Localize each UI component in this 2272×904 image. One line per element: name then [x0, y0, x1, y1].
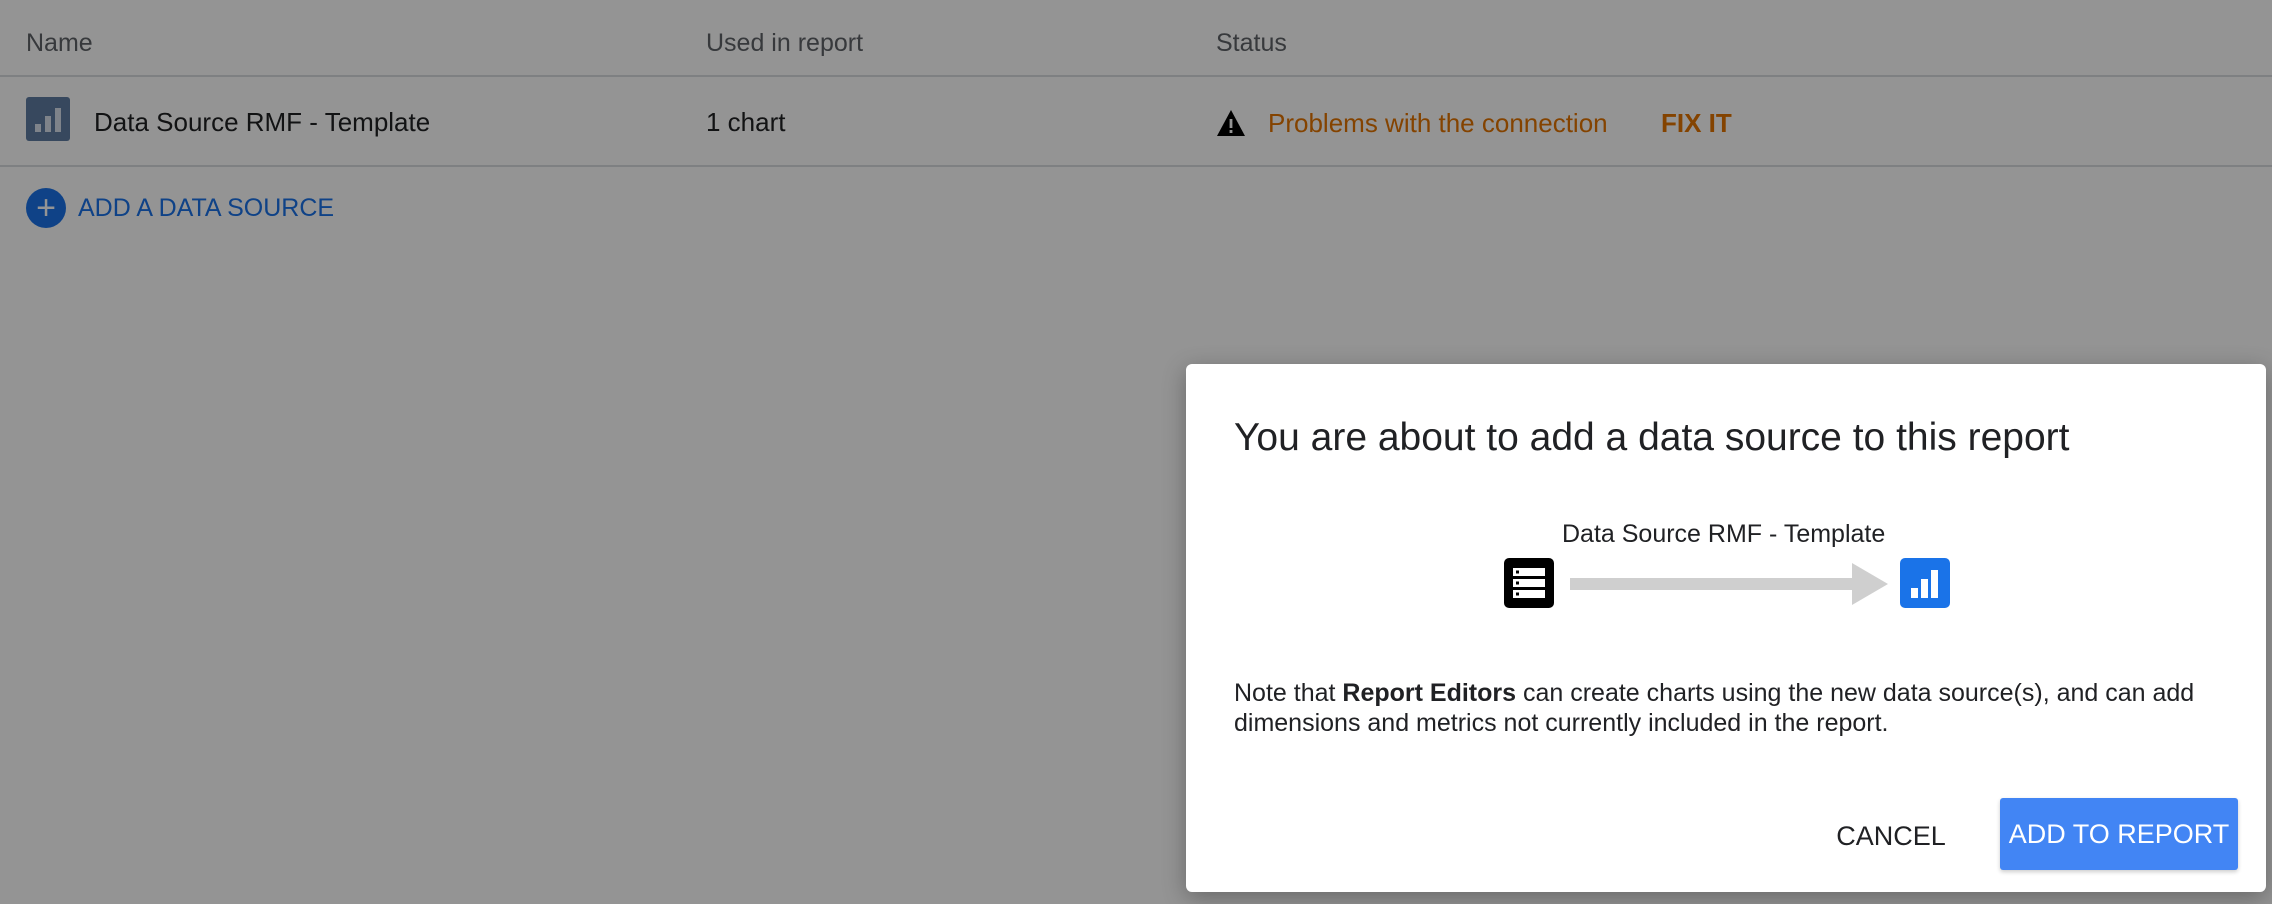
cancel-button[interactable]: CANCEL: [1816, 808, 1966, 864]
flow-data-source-label: Data Source RMF - Template: [1562, 520, 1886, 548]
database-icon: [1504, 558, 1554, 608]
arrow-right-icon: [1570, 563, 1888, 605]
add-to-report-button[interactable]: ADD TO REPORT: [2000, 798, 2238, 870]
report-chart-icon: [1900, 558, 1950, 608]
note-report-editors: Report Editors: [1342, 679, 1517, 707]
add-data-source-dialog: You are about to add a data source to th…: [1186, 364, 2266, 892]
editor-note: Note that Report Editors can create char…: [1234, 678, 2244, 738]
dialog-title: You are about to add a data source to th…: [1234, 416, 2070, 459]
note-prefix: Note that: [1234, 679, 1343, 707]
page: Name Used in report Status Data Source R…: [0, 0, 2272, 904]
